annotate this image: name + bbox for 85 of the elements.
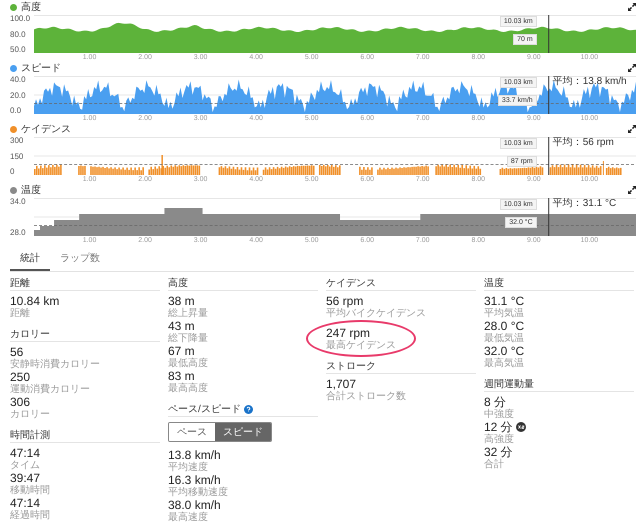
stat-label: カロリー — [10, 409, 51, 420]
axis-tick-label: 300 — [10, 136, 24, 145]
cursor-line — [548, 15, 550, 53]
average-label: 平均：13.8 km/h — [552, 75, 627, 88]
stat-label: 合計 — [484, 459, 505, 470]
stat-label: 合計ストローク数 — [326, 391, 407, 402]
stat-value: 38 m — [168, 294, 195, 308]
section-title: ストローク — [326, 360, 376, 373]
stat-value: 43 m — [168, 319, 195, 333]
chart-title: 高度 — [21, 0, 41, 14]
stat-label: 高強度 — [484, 434, 515, 445]
stat-value: 47:14 — [10, 496, 40, 510]
stat-label: 距離 — [10, 308, 31, 319]
average-label: 平均：56 rpm — [552, 136, 614, 149]
average-label: 平均：31.1 °C — [552, 197, 616, 210]
stat-value: 10.84 km — [10, 294, 60, 308]
axis-tick-label: 40.0 — [10, 75, 27, 84]
stat-value: 28.0 °C — [484, 319, 524, 333]
stat-label: 安静時消費カロリー — [10, 359, 101, 370]
axis-tick-label: 34.0 — [10, 197, 27, 206]
stat-label: 最高ケイデンス — [326, 340, 397, 351]
stat-value: 306 — [10, 395, 30, 409]
section-title: 時間計測 — [10, 428, 50, 442]
expand-icon[interactable] — [628, 3, 636, 11]
stat-value: 16.3 km/h — [168, 473, 221, 487]
axis-tick-label: 0 — [10, 167, 16, 176]
axis-tick-label: 0.0 — [10, 106, 22, 115]
axis-tick-label: 150 — [10, 152, 24, 160]
stat-label: 運動消費カロリー — [10, 384, 91, 395]
axis-tick-label: 80.0 — [10, 30, 27, 38]
chart-title: 温度 — [21, 184, 41, 197]
stat-label: 中強度 — [484, 409, 515, 420]
stat-value: 31.1 °C — [484, 294, 524, 308]
cursor-line — [548, 198, 550, 236]
expand-icon[interactable] — [628, 186, 636, 194]
cursor-line — [548, 76, 550, 114]
stat-label: 総下降量 — [168, 333, 209, 344]
toggle-option[interactable]: スピード — [215, 423, 271, 441]
stat-value: 67 m — [168, 344, 195, 358]
stat-label: 経過時間 — [10, 510, 51, 521]
chart-title: スピード — [21, 62, 61, 75]
section-title: 温度 — [484, 276, 504, 290]
section-title: 距離 — [10, 277, 30, 290]
section-title: ケイデンス — [326, 277, 376, 290]
stat-label: 最高速度 — [168, 512, 209, 523]
stat-label: 平均移動速度 — [168, 487, 229, 498]
tab[interactable]: ラップ数 — [50, 248, 110, 271]
stat-label: 平均気温 — [484, 308, 525, 319]
stat-value: 56 — [10, 345, 24, 359]
stat-value: 32 分 — [484, 445, 513, 459]
stat-value: 32.0 °C — [484, 344, 524, 358]
stat-value: 38.0 km/h — [168, 498, 221, 512]
stat-value: 247 rpm — [326, 326, 370, 340]
axis-tick-label: 50.0 — [10, 45, 27, 54]
stat-label: 最低高度 — [168, 358, 209, 369]
stat-label: 平均速度 — [168, 462, 209, 473]
tab[interactable]: 統計 — [10, 248, 50, 271]
expand-icon[interactable] — [628, 125, 636, 133]
stat-value: 39:47 — [10, 471, 40, 485]
stat-value: 83 m — [168, 369, 195, 383]
chart-title: ケイデンス — [21, 123, 71, 136]
section-title: 週間運動量 — [484, 378, 534, 391]
axis-tick-label: 28.0 — [10, 228, 27, 237]
stat-value: 47:14 — [10, 446, 40, 460]
stat-value: 250 — [10, 370, 30, 384]
expand-icon[interactable] — [628, 64, 636, 72]
section-title: ペース/スピード — [168, 403, 241, 416]
help-icon[interactable] — [244, 404, 253, 414]
stat-value: 12 分 — [484, 420, 513, 434]
stat-label: 平均バイクケイデンス — [326, 308, 427, 319]
stat-label: 総上昇量 — [168, 308, 209, 319]
stat-value: 1,707 — [326, 377, 356, 391]
stat-value: 8 分 — [484, 395, 506, 409]
stat-label: 最高気温 — [484, 358, 525, 369]
stat-label: 最低気温 — [484, 333, 525, 344]
stat-label: 最高高度 — [168, 383, 209, 394]
stat-value: 13.8 km/h — [168, 448, 221, 462]
stat-label: タイム — [10, 460, 41, 471]
axis-tick-label: 20.0 — [10, 90, 27, 100]
section-title: カロリー — [10, 328, 50, 341]
axis-tick-label: 100.0 — [10, 14, 32, 23]
section-title: 高度 — [168, 276, 188, 290]
stat-label: 移動時間 — [10, 485, 51, 496]
stat-value: 56 rpm — [326, 294, 364, 308]
cursor-line — [548, 137, 550, 175]
